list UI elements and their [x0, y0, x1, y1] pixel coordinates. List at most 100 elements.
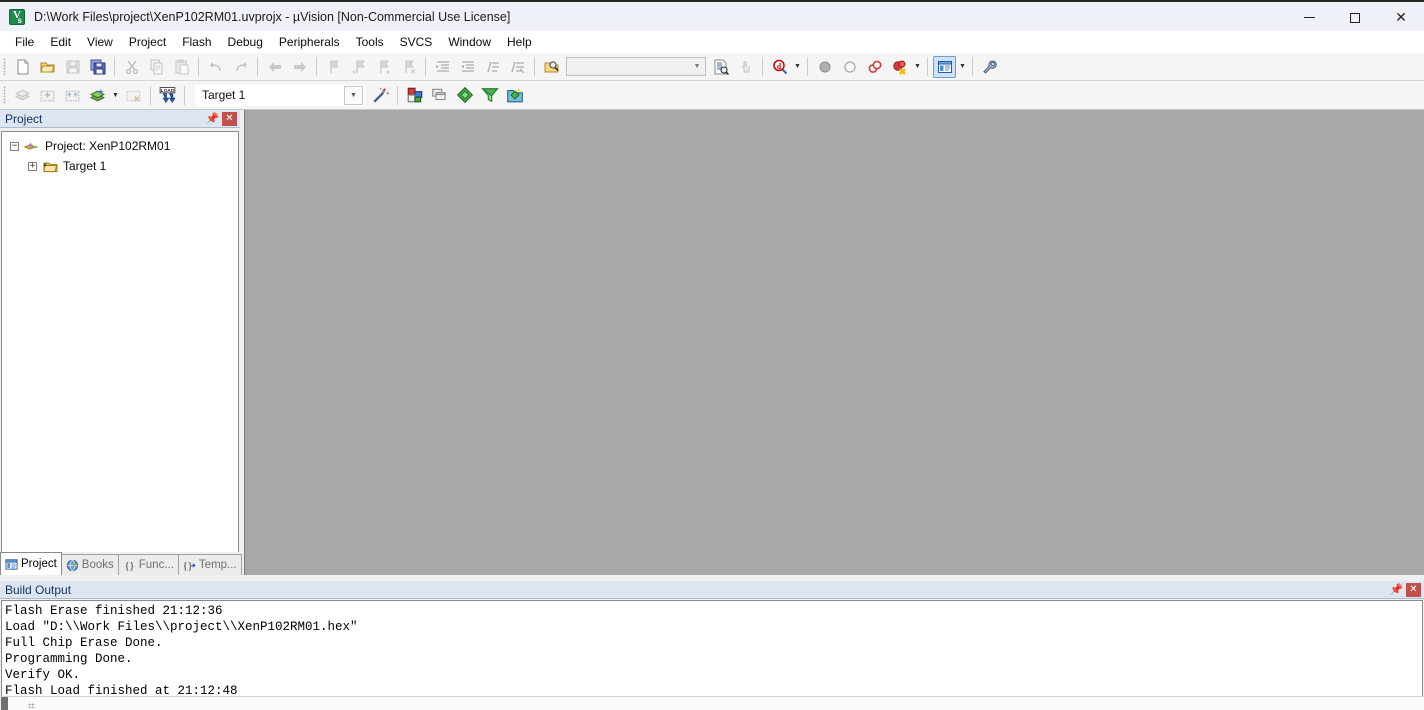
- menu-window[interactable]: Window: [440, 32, 499, 52]
- open-file-button[interactable]: [36, 56, 59, 78]
- rebuild-all-button[interactable]: [61, 84, 84, 106]
- tab-templates[interactable]: {} Temp...: [177, 554, 242, 575]
- outdent-button[interactable]: [456, 56, 479, 78]
- target-options-button[interactable]: [369, 84, 392, 106]
- project-tree[interactable]: − Project: XenP102RM01 + Target 1: [1, 131, 239, 575]
- tree-node-target[interactable]: + Target 1: [2, 156, 238, 176]
- find-in-files-button[interactable]: [540, 56, 563, 78]
- menu-peripherals[interactable]: Peripherals: [271, 32, 348, 52]
- toolbar-grip[interactable]: [3, 57, 6, 76]
- navigate-forward-button[interactable]: [288, 56, 311, 78]
- tab-books[interactable]: Books: [60, 554, 119, 575]
- tree-node-project[interactable]: − Project: XenP102RM01: [2, 136, 238, 156]
- scrollbar-track[interactable]: [8, 697, 1424, 710]
- translate-file-button[interactable]: [11, 84, 34, 106]
- configuration-button[interactable]: [978, 56, 1001, 78]
- menu-flash[interactable]: Flash: [174, 32, 219, 52]
- insert-debug-button[interactable]: d: [768, 56, 791, 78]
- close-button[interactable]: ✕: [1378, 2, 1424, 33]
- target-select[interactable]: Target 1 ▼: [195, 84, 365, 106]
- batch-build-dropdown[interactable]: ▼: [110, 84, 121, 106]
- magic-wand-icon: [372, 87, 389, 103]
- menu-tools[interactable]: Tools: [348, 32, 392, 52]
- select-software-packs-button[interactable]: [503, 84, 526, 106]
- menu-view[interactable]: View: [79, 32, 121, 52]
- save-button[interactable]: [61, 56, 84, 78]
- next-bookmark-button[interactable]: [372, 56, 395, 78]
- bookmark-list-button[interactable]: [709, 56, 732, 78]
- window-list-button[interactable]: [933, 55, 956, 78]
- toolbar-separator: [150, 85, 151, 105]
- pin-icon[interactable]: 📌: [205, 111, 220, 126]
- resize-grip[interactable]: [28, 703, 35, 708]
- toggle-bookmark-button[interactable]: [322, 56, 345, 78]
- scrollbar-thumb[interactable]: [1, 697, 8, 710]
- close-icon[interactable]: ✕: [1406, 582, 1421, 597]
- toolbar-separator: [198, 57, 199, 76]
- kill-all-breakpoints-button[interactable]: [888, 56, 911, 78]
- insert-debug-dropdown[interactable]: ▼: [792, 56, 803, 78]
- insert-breakpoint-button[interactable]: [813, 56, 836, 78]
- toolbar-grip[interactable]: [3, 86, 6, 104]
- download-button[interactable]: LOAD: [156, 84, 179, 106]
- bookmark-icon: [329, 60, 339, 73]
- chevron-down-icon[interactable]: ▼: [344, 85, 363, 105]
- horizontal-scrollbar[interactable]: [0, 696, 1424, 710]
- copy-button[interactable]: [145, 56, 168, 78]
- comment-button[interactable]: [481, 56, 504, 78]
- cut-button[interactable]: [120, 56, 143, 78]
- menu-edit[interactable]: Edit: [42, 32, 79, 52]
- pin-icon[interactable]: 📌: [1389, 582, 1404, 597]
- manage-run-time-env-button[interactable]: [478, 84, 501, 106]
- maximize-button[interactable]: [1332, 2, 1378, 33]
- toolbar-separator: [316, 57, 317, 76]
- multi-project-icon: [431, 88, 446, 101]
- save-all-icon: [90, 59, 105, 74]
- expand-expander[interactable]: +: [28, 161, 37, 171]
- redo-button[interactable]: [229, 56, 252, 78]
- chevron-down-icon[interactable]: ▼: [689, 63, 705, 70]
- paste-button[interactable]: [170, 56, 193, 78]
- tab-templates-label: Temp...: [198, 559, 237, 571]
- books-tab-icon: [66, 559, 78, 571]
- indent-button[interactable]: [431, 56, 454, 78]
- batch-build-button[interactable]: [86, 84, 109, 106]
- red-circle-x-icon: [892, 60, 906, 75]
- find-combo[interactable]: ▼: [566, 57, 706, 76]
- menu-file[interactable]: File: [7, 32, 42, 52]
- tab-functions[interactable]: {} Func...: [117, 554, 179, 575]
- window-list-dropdown[interactable]: ▼: [957, 56, 968, 78]
- editor-mdi-area[interactable]: [244, 110, 1424, 575]
- floppy-save-icon: [66, 60, 79, 73]
- build-output-text[interactable]: Flash Erase finished 21:12:36 Load "D:\\…: [1, 600, 1423, 710]
- menu-project[interactable]: Project: [121, 32, 174, 52]
- save-all-button[interactable]: [86, 56, 109, 78]
- clear-bookmarks-button[interactable]: [397, 56, 420, 78]
- uncomment-button[interactable]: [506, 56, 529, 78]
- menu-help[interactable]: Help: [499, 32, 540, 52]
- search-input[interactable]: [567, 60, 689, 73]
- bookmark-clear-icon: [404, 60, 415, 73]
- close-icon[interactable]: ✕: [222, 111, 237, 126]
- stop-build-button[interactable]: [122, 84, 145, 106]
- menu-debug[interactable]: Debug: [220, 32, 271, 52]
- minimize-button[interactable]: [1286, 2, 1332, 33]
- build-target-button[interactable]: [36, 84, 59, 106]
- navigate-back-button[interactable]: [263, 56, 286, 78]
- previous-bookmark-button[interactable]: [347, 56, 370, 78]
- rebuild-all-icon: [65, 90, 80, 101]
- pack-installer-button[interactable]: [453, 84, 476, 106]
- collapse-expander[interactable]: −: [10, 141, 19, 151]
- uvision-window: D:\Work Files\project\XenP102RM01.uvproj…: [0, 0, 1424, 710]
- remove-breakpoint-button[interactable]: [838, 56, 861, 78]
- menu-svcs[interactable]: SVCS: [392, 32, 441, 52]
- new-file-button[interactable]: [11, 56, 34, 78]
- undo-button[interactable]: [204, 56, 227, 78]
- manage-multi-project-button[interactable]: [428, 84, 451, 106]
- jump-back-button[interactable]: [734, 56, 757, 78]
- tab-project[interactable]: Project: [0, 552, 62, 575]
- indent-left-icon: [460, 60, 474, 72]
- manage-project-items-button[interactable]: [403, 84, 426, 106]
- disable-all-breakpoints-button[interactable]: [863, 56, 886, 78]
- breakpoints-dropdown[interactable]: ▼: [912, 56, 923, 78]
